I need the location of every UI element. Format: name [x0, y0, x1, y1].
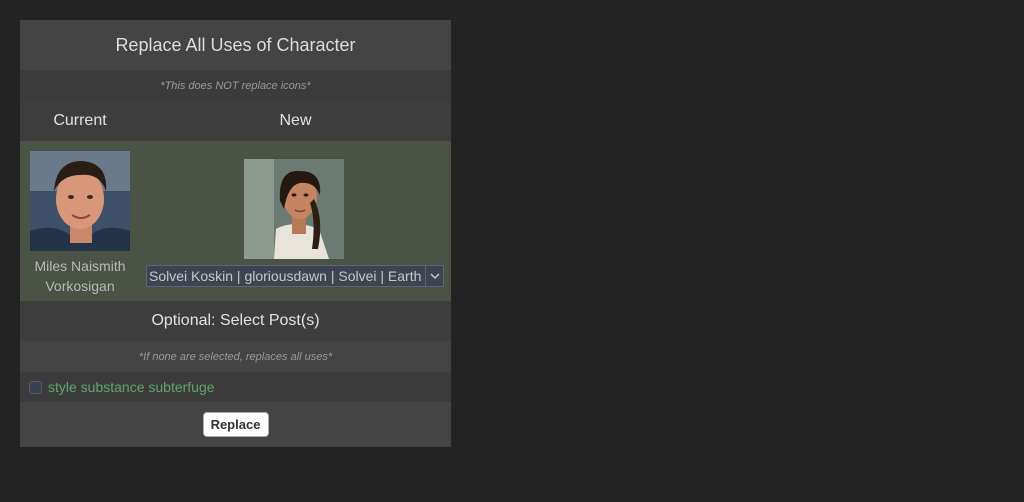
current-character-avatar [30, 151, 130, 251]
new-character-select[interactable]: Solvei Koskin | gloriousdawn | Solvei | … [146, 265, 444, 287]
post-label[interactable]: style substance subterfuge [48, 379, 215, 395]
button-row: Replace [20, 402, 451, 447]
column-headers: Current New [20, 101, 451, 141]
new-column-header: New [279, 112, 312, 129]
post-item: style substance subterfuge [20, 372, 451, 402]
posts-note: *If none are selected, replaces all uses… [20, 341, 451, 372]
new-character-select-value: Solvei Koskin | gloriousdawn | Solvei | … [149, 268, 422, 284]
new-character-avatar [244, 159, 344, 259]
current-character-name-line1: Miles Naismith [34, 258, 126, 274]
chevron-down-icon[interactable] [425, 266, 443, 286]
replace-button[interactable]: Replace [202, 412, 269, 437]
character-row: Miles Naismith Vorkosigan Solvei Koskin … [20, 141, 451, 301]
posts-title: Optional: Select Post(s) [20, 301, 451, 341]
current-character-name-line2: Vorkosigan [45, 278, 115, 294]
replace-character-dialog: Replace All Uses of Character *This does… [20, 20, 451, 447]
current-column-header: Current [53, 112, 107, 129]
post-checkbox[interactable] [29, 380, 42, 394]
dialog-note: *This does NOT replace icons* [20, 70, 451, 101]
dialog-title: Replace All Uses of Character [20, 20, 451, 70]
current-character-name: Miles Naismith Vorkosigan [20, 256, 140, 296]
